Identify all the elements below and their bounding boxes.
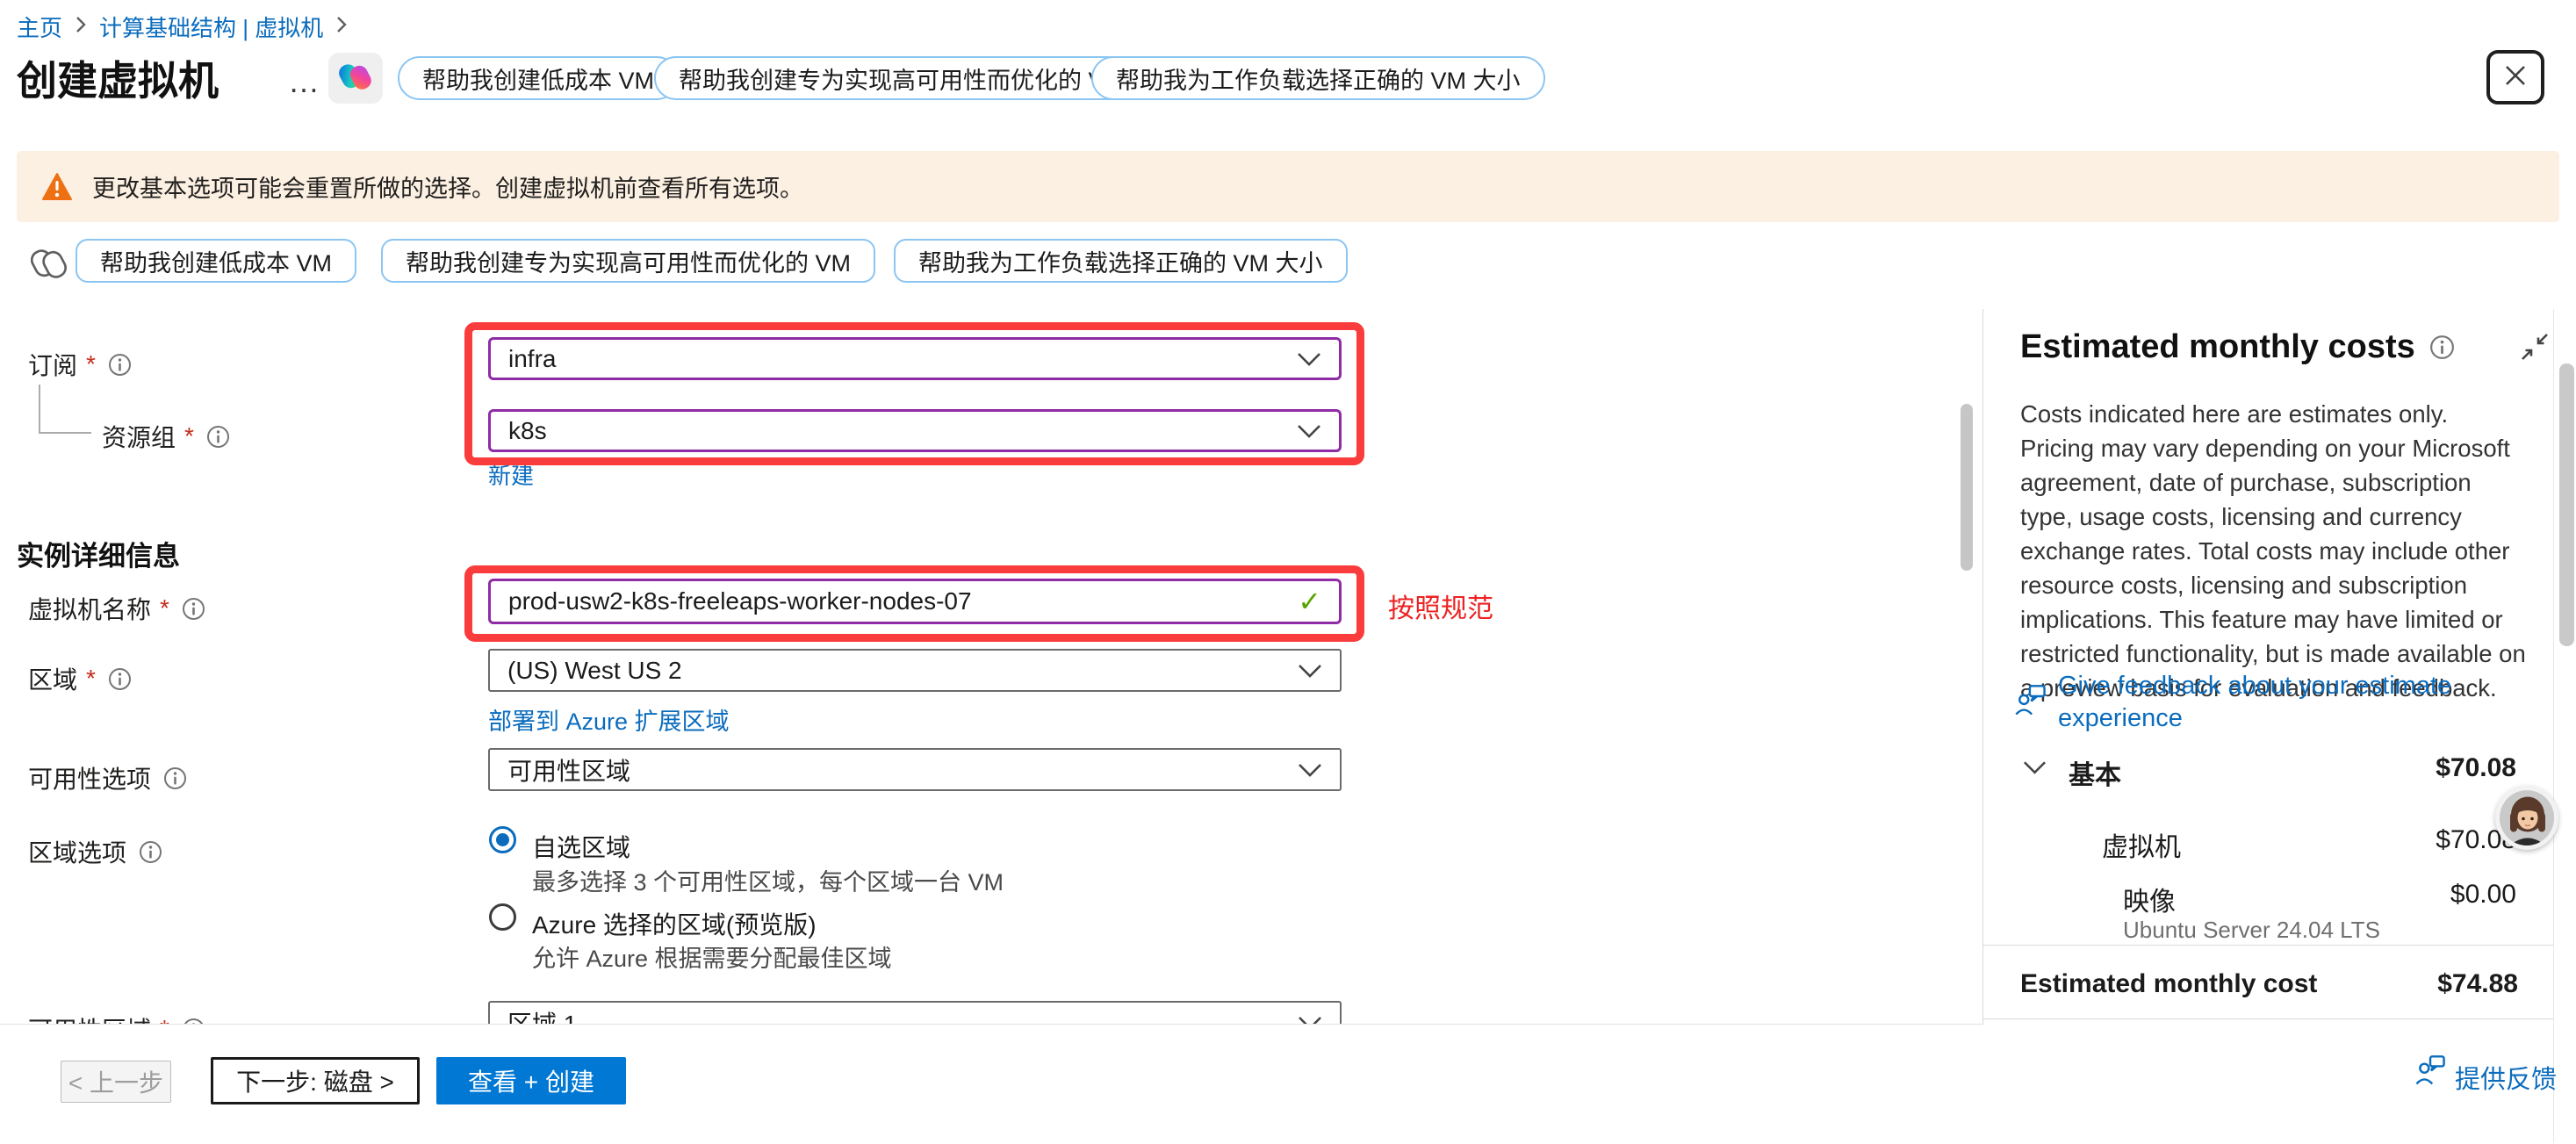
feedback-person-icon [2413, 1054, 2448, 1093]
close-button[interactable] [2486, 50, 2544, 104]
deploy-extended-zone-link[interactable]: 部署到 Azure 扩展区域 [488, 702, 730, 737]
page-title: 创建虚拟机 [17, 49, 219, 107]
radio-azure-selected-zones-label[interactable]: Azure 选择的区域(预览版) [532, 906, 817, 941]
subscription-select[interactable]: infra [488, 337, 1342, 380]
cost-item-sublabel: Ubuntu Server 24.04 LTS [2123, 917, 2380, 944]
warning-banner: 更改基本选项可能会重置所做的选择。创建虚拟机前查看所有选项。 [17, 151, 2559, 222]
cost-panel-title: Estimated monthly costs [2020, 328, 2455, 366]
annotation-note: 按照规范 [1388, 586, 1493, 625]
collapse-panel-button[interactable] [2518, 330, 2551, 368]
cost-group-amount: $70.08 [2283, 753, 2516, 783]
group-chevron-icon[interactable] [2023, 760, 2047, 780]
chevron-down-icon [1297, 345, 1321, 373]
radio-self-selected-zones-desc: 最多选择 3 个可用性区域，每个区域一台 VM [532, 863, 1004, 897]
breadcrumb-chevron-icon [75, 15, 87, 39]
section-heading-instance-details: 实例详细信息 [17, 534, 180, 573]
cost-panel-description: Costs indicated here are estimates only.… [2020, 397, 2528, 705]
vm-name-input[interactable]: prod-usw2-k8s-freeleaps-worker-nodes-07 … [488, 579, 1342, 624]
copilot-outline-icon [31, 245, 68, 286]
panel-scroll-track [2553, 309, 2554, 1143]
info-icon[interactable] [206, 425, 230, 449]
cost-item-amount: $70.08 [2283, 825, 2516, 855]
feedback-bubble-icon [2014, 683, 2047, 723]
copilot-suggestion-vm-size[interactable]: 帮助我为工作负载选择正确的 VM 大小 [1091, 56, 1545, 100]
info-icon[interactable] [139, 840, 162, 864]
cost-item-label: 虚拟机 [2102, 825, 2181, 864]
breadcrumb-home[interactable]: 主页 [17, 11, 62, 43]
panel-scrollbar[interactable] [2559, 363, 2574, 646]
info-icon[interactable] [108, 353, 132, 377]
warning-text: 更改基本选项可能会重置所做的选择。创建虚拟机前查看所有选项。 [92, 169, 803, 204]
chevron-down-icon [1298, 657, 1322, 685]
warning-icon [41, 172, 73, 202]
chevron-down-icon [1297, 417, 1321, 445]
breadcrumb: 主页 计算基础结构 | 虚拟机 [17, 11, 360, 43]
previous-button[interactable]: < 上一步 [61, 1061, 171, 1103]
info-icon[interactable] [108, 667, 132, 691]
breadcrumb-section[interactable]: 计算基础结构 | 虚拟机 [99, 11, 323, 43]
radio-self-selected-zones[interactable] [489, 826, 516, 853]
total-cost-label: Estimated monthly cost [2020, 969, 2317, 999]
availability-options-select[interactable]: 可用性区域 [488, 748, 1342, 791]
radio-azure-selected-zones-desc: 允许 Azure 根据需要分配最佳区域 [532, 939, 892, 974]
radio-azure-selected-zones[interactable] [489, 903, 516, 931]
collapse-icon [2518, 352, 2551, 367]
tree-connector [39, 385, 91, 434]
subscription-label: 订阅* [28, 347, 132, 382]
cost-item-amount: $0.00 [2283, 880, 2516, 910]
info-icon[interactable] [163, 766, 187, 790]
copilot-suggestion-high-availability[interactable]: 帮助我创建专为实现高可用性而优化的 VM [654, 56, 1148, 100]
total-cost-amount: $74.88 [2283, 969, 2518, 999]
give-feedback-link[interactable]: 提供反馈 [2455, 1059, 2557, 1096]
zone-options-label: 区域选项 [28, 834, 162, 869]
cost-item-label: 映像 [2123, 880, 2176, 918]
estimate-feedback-link[interactable]: Give feedback about your estimate experi… [2058, 670, 2536, 735]
main-scrollbar[interactable] [1961, 404, 1973, 571]
vm-name-label: 虚拟机名称* [28, 591, 205, 626]
create-new-link[interactable]: 新建 [488, 458, 534, 491]
breadcrumb-chevron-icon [335, 15, 348, 39]
copilot-button[interactable] [328, 53, 383, 104]
assistant-avatar[interactable] [2495, 786, 2558, 850]
info-icon[interactable] [182, 597, 205, 621]
copilot-suggestion-vm-size[interactable]: 帮助我为工作负载选择正确的 VM 大小 [894, 239, 1348, 283]
panel-divider [1983, 945, 2553, 946]
cost-group-label: 基本 [2069, 753, 2121, 792]
region-label: 区域* [28, 661, 132, 696]
region-select[interactable]: (US) West US 2 [488, 649, 1342, 692]
close-icon [2501, 61, 2529, 94]
info-icon[interactable] [2429, 335, 2455, 360]
copilot-suggestion-low-cost[interactable]: 帮助我创建低成本 VM [76, 239, 356, 283]
next-disks-button[interactable]: 下一步: 磁盘 > [211, 1057, 420, 1104]
review-create-button[interactable]: 查看 + 创建 [436, 1057, 626, 1104]
resource-group-select[interactable]: k8s [488, 409, 1342, 452]
more-menu-button[interactable]: … [288, 63, 322, 100]
chevron-down-icon [1298, 756, 1322, 784]
copilot-suggestion-low-cost[interactable]: 帮助我创建低成本 VM [398, 56, 679, 100]
valid-check-icon: ✓ [1298, 585, 1321, 618]
panel-divider [1983, 1018, 2553, 1019]
resource-group-label: 资源组* [102, 419, 230, 454]
radio-self-selected-zones-label[interactable]: 自选区域 [532, 829, 630, 864]
copilot-suggestion-high-availability[interactable]: 帮助我创建专为实现高可用性而优化的 VM [381, 239, 875, 283]
copilot-icon [338, 59, 373, 98]
availability-options-label: 可用性选项 [28, 760, 187, 795]
